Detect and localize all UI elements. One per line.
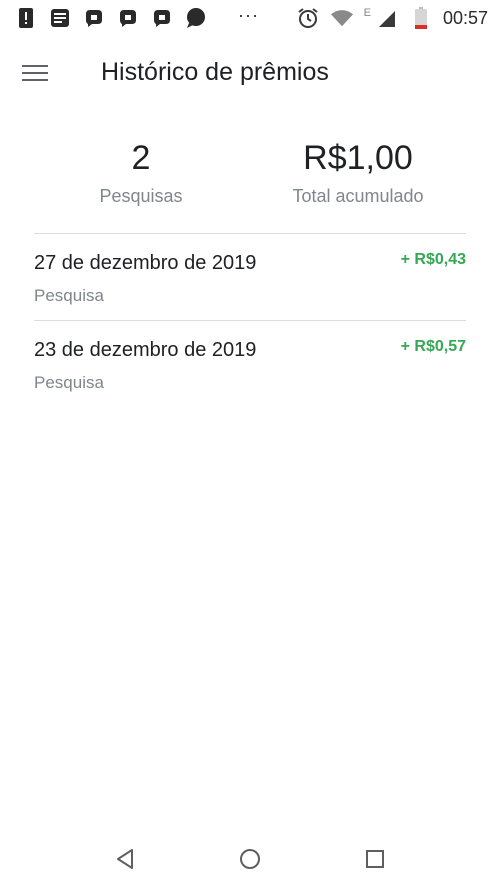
recents-icon[interactable] [359,843,391,875]
surveys-count-value: 2 [131,139,151,177]
reward-date: 23 de dezembro de 2019 [34,339,257,361]
screen: ··· E 00:57 Histórico de prêmios 2 Pesqu… [0,0,500,889]
menu-icon[interactable] [22,58,56,88]
page-title: Histórico de prêmios [101,58,329,86]
reward-amount: + R$0,57 [400,338,466,355]
rewards-summary: 2 Pesquisas R$1,00 Total acumulado [0,138,500,218]
alert-icon [14,6,38,30]
reward-date: 27 de dezembro de 2019 [34,252,257,274]
total-accumulated-value: R$1,00 [303,139,413,177]
clock: 00:57 [442,7,488,28]
app-icon [82,6,106,30]
alarm-icon [296,6,320,30]
surveys-count-stat: 2 Pesquisas [66,138,216,207]
chat-icon [184,6,208,30]
battery-low-icon [409,6,433,30]
reward-amount: + R$0,43 [400,251,466,268]
app-icon [116,6,140,30]
signal-icon [375,6,399,30]
network-type-label: E [363,7,371,19]
back-icon[interactable] [110,843,142,875]
list-item[interactable]: 27 de dezembro de 2019 Pesquisa + R$0,43 [34,234,466,320]
home-icon[interactable] [234,843,266,875]
wifi-icon [330,6,354,30]
system-icons: E 00:57 [296,6,488,30]
message-icon [48,6,72,30]
notification-icons: ··· [14,4,259,30]
total-accumulated-stat: R$1,00 Total acumulado [268,138,448,207]
navigation-bar [0,829,500,889]
reward-type: Pesquisa [34,286,104,305]
surveys-count-label: Pesquisas [99,186,183,206]
status-bar: ··· E 00:57 [0,0,500,36]
rewards-list: 27 de dezembro de 2019 Pesquisa + R$0,43… [34,233,466,407]
total-accumulated-label: Total acumulado [292,186,424,206]
list-item[interactable]: 23 de dezembro de 2019 Pesquisa + R$0,57 [34,321,466,407]
more-notifications-indicator: ··· [238,4,259,25]
reward-type: Pesquisa [34,373,104,392]
app-toolbar: Histórico de prêmios [0,44,500,104]
app-icon [150,6,174,30]
